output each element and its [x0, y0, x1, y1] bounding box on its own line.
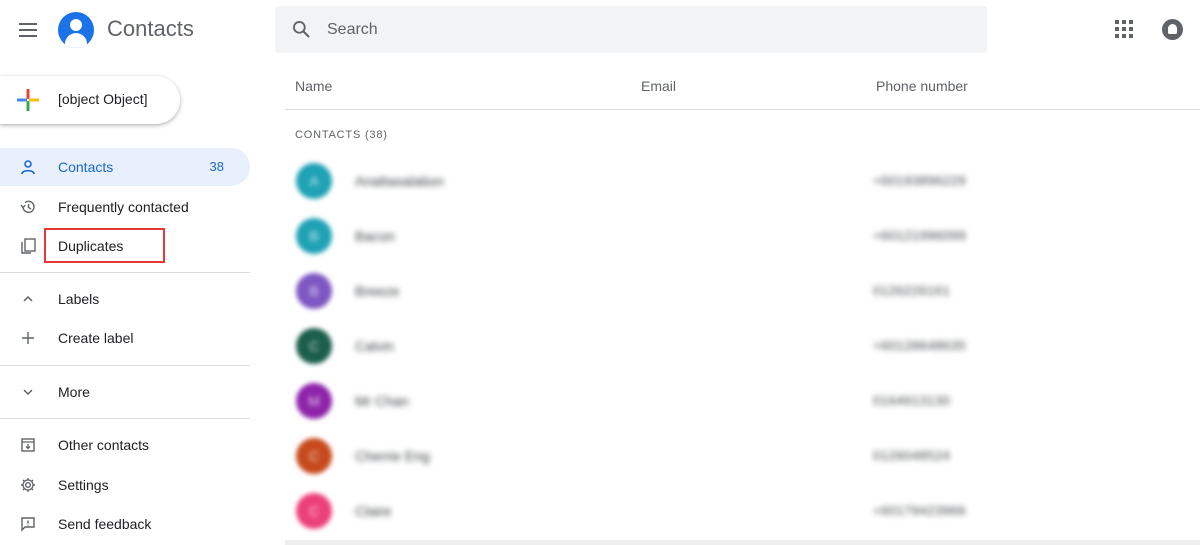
header-divider [285, 109, 1200, 110]
contacts-logo-icon[interactable] [58, 12, 94, 48]
app-title[interactable]: Contacts [107, 16, 194, 42]
sidebar-divider [0, 365, 250, 366]
sidebar-item-contacts[interactable]: Contacts 38 [0, 148, 250, 186]
contact-row[interactable]: C Calvin +60128648635 [285, 319, 1200, 374]
sidebar-item-send-feedback[interactable]: Send feedback [0, 505, 250, 543]
contact-name: Calvin [355, 338, 394, 354]
column-header-name[interactable]: Name [295, 78, 332, 94]
sidebar-item-label: Send feedback [58, 516, 152, 532]
contacts-section-label: CONTACTS (38) [295, 129, 388, 141]
chevron-down-icon [23, 389, 33, 396]
contact-initial: M [308, 393, 320, 409]
contact-row[interactable]: B Bacon +60121996099 [285, 209, 1200, 264]
contact-row[interactable]: B Breeze 0126226161 [285, 264, 1200, 319]
contact-avatar: C [296, 438, 332, 474]
sidebar-item-label: Contacts [58, 159, 114, 175]
sidebar-item-label: Frequently contacted [58, 199, 189, 215]
contact-avatar: M [296, 383, 332, 419]
contact-phone: 0126226161 [873, 283, 951, 298]
archive-icon [21, 438, 35, 452]
contact-phone: +60193896229 [873, 173, 967, 188]
create-contact-label: [object Object] [58, 91, 148, 107]
contact-initial: A [309, 173, 319, 189]
create-contact-button[interactable]: [object Object] [0, 76, 180, 124]
contacts-count-badge: 38 [209, 159, 224, 174]
main-menu-icon[interactable] [16, 18, 40, 42]
account-avatar-icon[interactable] [1162, 19, 1183, 40]
gear-icon [21, 478, 35, 492]
sidebar-divider [0, 272, 250, 273]
search-bar[interactable] [275, 6, 987, 53]
contact-row[interactable]: C Claire +60179423966 [285, 484, 1200, 539]
sidebar-item-frequently-contacted[interactable]: Frequently contacted [0, 188, 250, 226]
contact-phone: +60121996099 [873, 228, 967, 243]
list-bottom-edge [285, 540, 1200, 545]
sidebar-item-label: Labels [58, 291, 100, 307]
contact-name: Anattasalation [355, 173, 444, 189]
contact-avatar: C [296, 328, 332, 364]
sidebar-divider [0, 418, 250, 419]
sidebar-item-label: More [58, 384, 90, 400]
sidebar-item-create-label[interactable]: Create label [0, 319, 250, 357]
sidebar-item-other-contacts[interactable]: Other contacts [0, 426, 250, 464]
contact-initial: C [308, 338, 320, 354]
copy-icon [21, 238, 36, 254]
top-bar: Contacts [0, 0, 1200, 60]
apps-grid-icon[interactable] [1115, 20, 1135, 40]
person-icon [21, 160, 35, 175]
chevron-up-icon [23, 295, 33, 302]
contact-avatar: B [296, 273, 332, 309]
sidebar-item-label: Other contacts [58, 437, 150, 453]
contact-name: Mr Chan [355, 393, 409, 409]
search-icon[interactable] [291, 19, 311, 39]
contact-name: Bacon [355, 228, 395, 244]
contact-phone: +60128648635 [873, 338, 967, 353]
history-icon [20, 200, 35, 213]
column-header-email[interactable]: Email [641, 78, 676, 94]
contact-initial: C [308, 503, 320, 519]
contact-avatar: A [296, 163, 332, 199]
sidebar-item-settings[interactable]: Settings [0, 466, 250, 504]
contact-phone: +60179423966 [873, 503, 967, 518]
search-input[interactable] [327, 14, 967, 46]
sidebar-item-label: Settings [58, 477, 109, 493]
sidebar-item-labels[interactable]: Labels [0, 280, 250, 318]
plus-icon [22, 332, 34, 344]
contact-phone: 0164913130 [873, 393, 951, 408]
column-header-phone[interactable]: Phone number [876, 78, 968, 94]
contact-initial: B [309, 228, 319, 244]
feedback-icon [21, 517, 35, 532]
contact-avatar: C [296, 493, 332, 529]
contact-initial: C [308, 448, 320, 464]
contact-name: Claire [355, 503, 392, 519]
contact-row[interactable]: A Anattasalation +60193896229 [285, 154, 1200, 209]
contact-row[interactable]: M Mr Chan 0164913130 [285, 374, 1200, 429]
contact-initial: B [309, 283, 319, 299]
plus-color-icon [17, 89, 39, 111]
contact-name: Breeze [355, 283, 400, 299]
contact-phone: 0126048524 [873, 448, 951, 463]
contact-avatar: B [296, 218, 332, 254]
sidebar-item-label: Create label [58, 330, 134, 346]
duplicates-highlight-box [44, 228, 165, 263]
sidebar-item-more[interactable]: More [0, 373, 250, 411]
contact-name: Cherrie Eng [355, 448, 430, 464]
contact-row[interactable]: C Cherrie Eng 0126048524 [285, 429, 1200, 484]
